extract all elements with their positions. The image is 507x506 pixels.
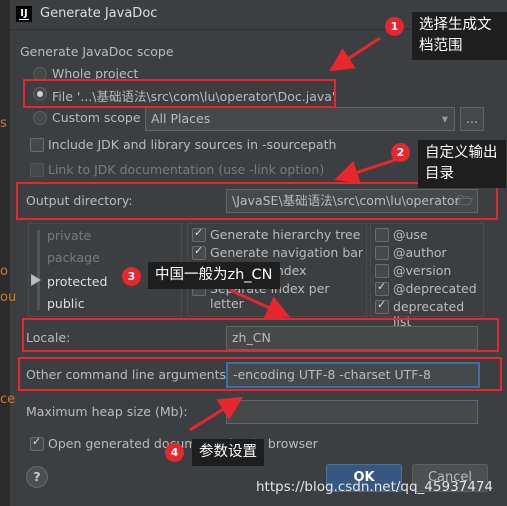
annotation-note-3: 中国一般为zh_CN xyxy=(148,262,280,289)
annotation-note-1: 选择生成文档范围 xyxy=(412,12,507,60)
watermark: https://blog.csdn.net/qq_45937474 xyxy=(256,479,494,495)
annotation-badge-3: 3 xyxy=(122,267,141,286)
annotation-badge-1: 1 xyxy=(385,17,404,36)
annotation-arrows xyxy=(189,36,396,432)
arrow-4 xyxy=(189,396,244,432)
annotation-note-4: 参数设置 xyxy=(192,439,264,466)
arrow-1 xyxy=(328,36,381,72)
annotation-note-2: 自定义输出目录 xyxy=(418,140,506,188)
arrow-3 xyxy=(229,288,291,319)
annotation-badge-4: 4 xyxy=(165,443,184,462)
annotation-badge-2: 2 xyxy=(391,143,410,162)
arrow-2 xyxy=(334,158,396,184)
